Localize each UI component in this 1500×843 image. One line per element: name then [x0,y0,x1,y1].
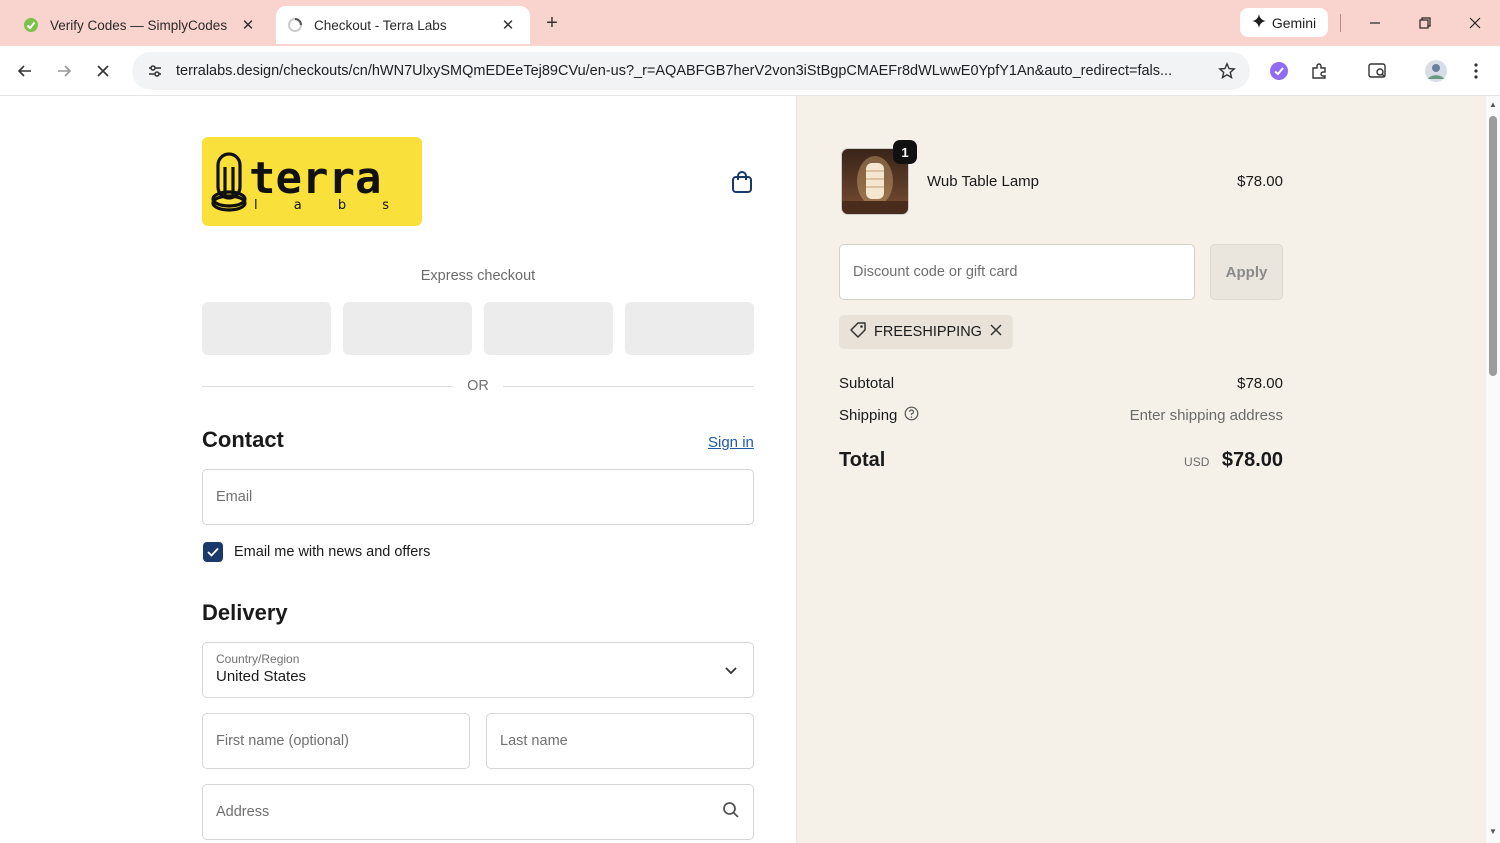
subtotal-label: Subtotal [839,375,895,392]
browser-tabstrip: Verify Codes — SimplyCodes ✕ Checkout - … [0,0,1500,46]
total-row: Total USD $78.00 [839,449,1283,472]
express-pay-button-3[interactable] [484,302,613,355]
logo-wordmark: terra [249,153,381,204]
loading-icon [286,16,304,34]
first-name-placeholder: First name (optional) [216,733,349,749]
gemini-button[interactable]: Gemini [1240,8,1328,37]
simplycodes-icon [22,16,40,34]
last-name-field[interactable]: Last name [486,713,754,769]
apply-discount-button[interactable]: Apply [1210,244,1283,300]
total-label: Total [839,449,886,471]
close-window-button[interactable] [1460,8,1490,38]
express-checkout-label: Express checkout [420,268,536,284]
checkout-form-column: terra l a b s Express checkout OR Contac… [0,96,797,843]
scrollbar-thumb[interactable] [1489,116,1497,376]
or-divider: OR [202,376,754,396]
tab-title: Verify Codes — SimplyCodes [50,17,228,33]
shipping-value: Enter shipping address [1129,407,1283,424]
country-region-label: Country/Region [216,652,300,666]
minimize-button[interactable] [1360,8,1390,38]
shipping-row: Shipping Enter shipping address [839,406,1283,425]
checkout-page: terra l a b s Express checkout OR Contac… [0,96,1486,843]
total-amount: $78.00 [1221,449,1283,471]
restore-button[interactable] [1410,8,1440,38]
divider-line [202,385,454,387]
stop-loading-button[interactable] [89,57,117,85]
email-placeholder: Email [216,489,253,505]
close-tab-icon[interactable]: ✕ [498,15,518,35]
help-icon[interactable] [904,406,919,425]
last-name-placeholder: Last name [500,733,568,749]
tab-search-icon[interactable] [1364,57,1392,85]
newsletter-option[interactable]: Email me with news and offers [203,542,430,562]
newsletter-label: Email me with news and offers [234,544,431,560]
product-price: $78.00 [1237,173,1283,190]
scroll-up-arrow[interactable]: ▲ [1488,100,1498,110]
address-field[interactable]: Address [202,784,754,840]
subtotal-row: Subtotal $78.00 [839,375,1283,392]
browser-toolbar: terralabs.design/checkouts/cn/hWN7UlxySM… [0,46,1500,96]
express-pay-button-1[interactable] [202,302,331,355]
express-pay-button-2[interactable] [343,302,472,355]
browser-menu-icon[interactable] [1462,57,1490,85]
new-tab-button[interactable]: + [540,11,564,35]
applied-code: FREESHIPPING [874,324,982,340]
gemini-sparkle-icon [1251,14,1266,31]
first-name-field[interactable]: First name (optional) [202,713,470,769]
contact-heading: Contact [202,427,284,452]
express-pay-button-4[interactable] [625,302,754,355]
email-field[interactable]: Email [202,469,754,525]
total-currency: USD [1184,455,1210,469]
forward-button[interactable] [50,57,78,85]
country-region-value: United States [216,668,307,685]
search-icon[interactable] [722,801,740,823]
or-label: OR [467,378,489,394]
divider-line [502,385,754,387]
bookmark-star-icon[interactable] [1216,60,1238,82]
order-summary: 1 Wub Table Lamp $78.00 Discount code or… [797,96,1486,843]
country-region-select[interactable]: Country/Region United States [202,642,754,698]
tag-icon [849,321,867,343]
product-name: Wub Table Lamp [927,173,1040,190]
tab-title: Checkout - Terra Labs [314,17,447,33]
quantity-badge: 1 [893,140,917,164]
tabstrip-divider [1340,14,1341,32]
subtotal-value: $78.00 [1237,375,1283,392]
tab-checkout[interactable]: Checkout - Terra Labs ✕ [276,6,530,44]
page-scrollbar[interactable]: ▲ ▼ [1486,96,1500,843]
address-placeholder: Address [216,804,270,820]
profile-avatar[interactable] [1422,57,1450,85]
back-button[interactable] [11,57,39,85]
newsletter-checkbox[interactable] [203,542,223,562]
sign-in-link[interactable]: Sign in [708,434,754,451]
site-info-icon[interactable] [144,60,166,82]
extension-icon[interactable] [1265,57,1293,85]
logo-subword: l a b s [254,198,405,213]
close-tab-icon[interactable]: ✕ [238,15,258,35]
chevron-down-icon [725,667,737,675]
gemini-label: Gemini [1271,14,1317,31]
cart-bag-icon[interactable] [728,168,756,196]
tab-simplycodes[interactable]: Verify Codes — SimplyCodes ✕ [8,6,270,44]
remove-discount-icon[interactable] [989,323,1003,341]
discount-placeholder: Discount code or gift card [853,264,1018,280]
extensions-puzzle-icon[interactable] [1305,57,1333,85]
scroll-down-arrow[interactable]: ▼ [1488,827,1498,837]
delivery-heading: Delivery [202,600,288,625]
address-bar[interactable]: terralabs.design/checkouts/cn/hWN7UlxySM… [132,52,1250,90]
applied-discount-chip: FREESHIPPING [839,315,1013,349]
discount-code-field[interactable]: Discount code or gift card [839,244,1195,300]
url-text: terralabs.design/checkouts/cn/hWN7UlxySM… [176,63,1173,79]
shipping-label: Shipping [839,407,898,424]
terra-labs-logo[interactable]: terra l a b s [202,137,422,226]
